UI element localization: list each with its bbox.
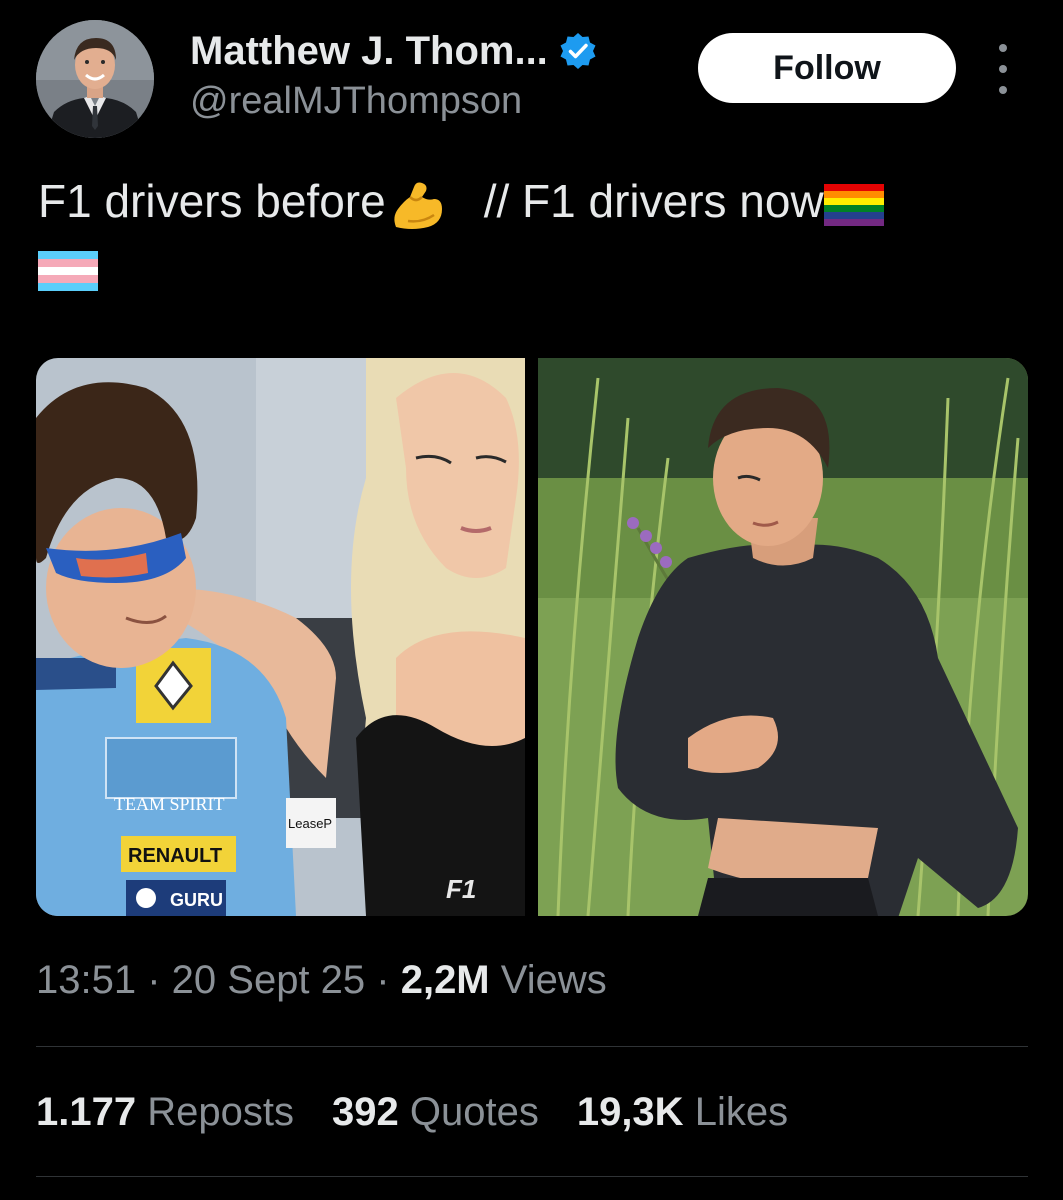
left-image[interactable]: F1 TEAM SPIRIT RENAULT GURU LeaseP (36, 358, 525, 916)
likes-stat[interactable]: 19,3K Likes (577, 1090, 788, 1135)
author-display-name[interactable]: Matthew J. Thom... (190, 29, 548, 74)
likes-label: Likes (694, 1090, 789, 1134)
quotes-stat[interactable]: 392 Quotes (332, 1090, 539, 1135)
more-vertical-icon[interactable] (990, 44, 1016, 94)
reposts-stat[interactable]: 1.177 Reposts (36, 1090, 294, 1135)
likes-count: 19,3K (576, 1090, 684, 1134)
views-label: Views (500, 958, 607, 1002)
tweet-card[interactable]: Matthew J. Thom... @realMJThompson Follo… (0, 0, 1063, 1200)
quotes-count: 392 (331, 1090, 399, 1134)
team-spirit-label: TEAM SPIRIT (114, 794, 225, 814)
tweet-text: F1 drivers before // F1 drivers now (38, 168, 1028, 300)
tweet-time[interactable]: 13:51 (36, 958, 136, 1002)
author-name-row: Matthew J. Thom... (190, 26, 598, 76)
follow-button[interactable]: Follow (698, 33, 956, 103)
svg-text:F1: F1 (446, 874, 476, 904)
reposts-label: Reposts (147, 1090, 294, 1134)
reposts-count: 1.177 (36, 1090, 137, 1134)
tweet-text-part2: // F1 drivers now (483, 175, 824, 227)
grass-field-photo-icon (538, 358, 1028, 916)
leasep-label: LeaseP (288, 816, 332, 831)
guru-label: GURU (170, 890, 223, 910)
divider (36, 1046, 1028, 1047)
engagement-stats: 1.177 Reposts 392 Quotes 19,3K Likes (36, 1090, 826, 1135)
right-image[interactable] (538, 358, 1028, 916)
tweet-date[interactable]: 20 Sept 25 (172, 958, 366, 1002)
meta-separator: · (365, 958, 401, 1002)
verified-badge-icon (560, 33, 596, 69)
author-handle[interactable]: @realMJThompson (190, 80, 522, 123)
rainbow-flag-icon (823, 183, 884, 226)
tweet-meta: 13:51 · 20 Sept 25 · 2,2M Views (36, 958, 607, 1003)
media-grid[interactable]: F1 TEAM SPIRIT RENAULT GURU LeaseP (36, 358, 1028, 916)
tweet-text-part1: F1 drivers before (38, 175, 386, 227)
person-photo-icon (36, 20, 154, 138)
meta-separator: · (136, 958, 172, 1002)
transgender-flag-icon (38, 250, 98, 291)
views-count: 2,2M (400, 958, 490, 1002)
avatar[interactable] (36, 20, 154, 138)
flexed-biceps-icon (394, 182, 442, 229)
renault-label: RENAULT (128, 845, 222, 867)
f1-driver-photo-icon: F1 TEAM SPIRIT RENAULT GURU LeaseP (36, 358, 525, 916)
divider (36, 1176, 1028, 1177)
quotes-label: Quotes (409, 1090, 539, 1134)
